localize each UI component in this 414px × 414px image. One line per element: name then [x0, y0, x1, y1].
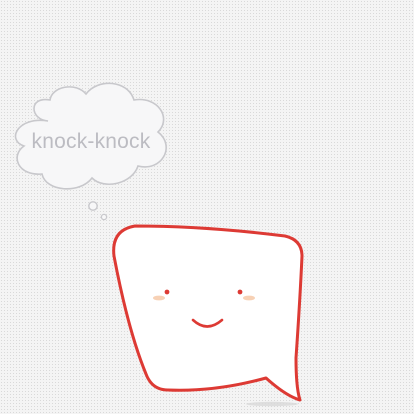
- speech-bubble-shadow: [246, 401, 298, 407]
- illustration-scene: knock-knock: [0, 0, 414, 414]
- thought-text: knock-knock: [32, 130, 151, 153]
- speech-bubble-character: [112, 224, 304, 402]
- left-cheek: [153, 295, 165, 301]
- speech-bubble-body: [112, 224, 304, 402]
- thought-trail-large: [88, 201, 98, 211]
- left-eye: [164, 289, 170, 295]
- right-cheek: [243, 295, 255, 301]
- illustration-canvas: knock-knock: [14, 82, 304, 407]
- right-eye: [237, 289, 243, 295]
- thought-trail-small: [100, 213, 108, 221]
- thought-bubble: knock-knock: [14, 82, 167, 221]
